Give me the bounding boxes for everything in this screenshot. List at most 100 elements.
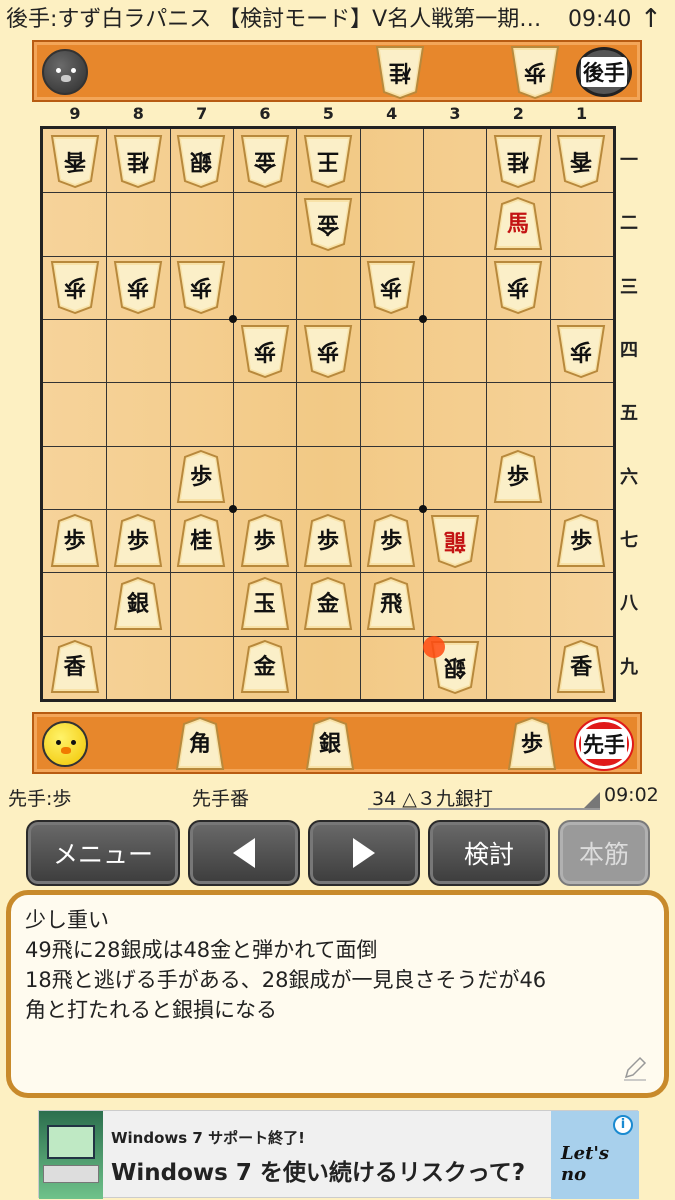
gote-hand-piece[interactable]: 桂 [374,44,426,100]
piece-label: 金 [253,147,276,174]
piece-label: 歩 [126,274,149,301]
rank-label: 八 [620,593,638,615]
piece-label: 王 [316,147,339,174]
ad-laptop-image [39,1111,103,1199]
gote-hand-piece[interactable]: 歩 [509,44,561,100]
piece-label: 龍 [443,527,466,554]
triangle-right-icon [353,838,375,868]
piece-label: 香 [63,147,86,174]
board-piece[interactable]: 桂 [175,513,227,569]
analyze-button[interactable]: 検討 [428,820,550,886]
board-piece[interactable]: 歩 [302,323,354,379]
grid-line [43,508,613,510]
piece-label: 歩 [253,337,276,364]
ad-large-text: Windows 7 を使い続けるリスクって? [111,1160,526,1186]
main-line-button[interactable]: 本筋 [558,820,650,886]
gote-avatar[interactable] [42,49,88,95]
sente-hand-piece[interactable]: 角 [174,716,226,772]
board-piece[interactable]: 歩 [239,323,291,379]
dropdown-corner-icon [584,792,600,808]
menu-button[interactable]: メニュー [26,820,180,886]
grid-line [43,318,613,320]
board-piece[interactable]: 金 [239,639,291,695]
hoshi-dot [418,314,427,323]
pencil-icon[interactable] [620,1053,650,1083]
file-label: 4 [386,104,398,123]
board-piece[interactable]: 銀 [112,576,164,632]
up-arrow-icon[interactable]: ↑ [640,4,662,34]
board-piece[interactable]: 歩 [49,513,101,569]
piece-label: 馬 [506,210,529,237]
board-piece[interactable]: 歩 [365,513,417,569]
triangle-left-icon [233,838,255,868]
sente-hand-piece[interactable]: 銀 [304,716,356,772]
piece-label: 金 [316,590,339,617]
board-piece[interactable]: 香 [49,639,101,695]
board-piece[interactable]: 歩 [49,259,101,315]
board-piece[interactable]: 歩 [492,449,544,505]
board-piece[interactable]: 歩 [555,323,607,379]
board-piece[interactable]: 歩 [365,259,417,315]
board-piece[interactable]: 歩 [555,513,607,569]
board-piece[interactable]: 王 [302,133,354,189]
board-piece[interactable]: 龍 [429,513,481,569]
board-piece[interactable]: 歩 [112,259,164,315]
piece-label: 金 [253,654,276,681]
board-piece[interactable]: 桂 [492,133,544,189]
board-piece[interactable]: 金 [239,133,291,189]
board-piece[interactable]: 歩 [175,259,227,315]
piece-label: 歩 [523,59,546,85]
piece-label: 歩 [316,337,339,364]
grid-line [43,445,613,447]
grid-line [43,192,613,194]
piece-label: 歩 [253,527,276,554]
grid-line [106,129,108,699]
board-piece[interactable]: 飛 [365,576,417,632]
board-piece[interactable]: 歩 [175,449,227,505]
grid-line [296,129,298,699]
status-bar: 後手:すず白ラパニス 【検討モード】V名人戦第一期… 09:40 ↑ [0,0,675,40]
comment-line: 角と打たれると銀損になる [25,998,277,1022]
piece-label: 玉 [253,590,276,617]
file-label: 7 [196,104,208,123]
shogi-board[interactable]: 香桂銀金王桂香金馬歩歩歩歩歩歩歩歩歩歩歩歩桂歩歩歩龍歩銀玉金飛香金銀香 [40,126,616,702]
comment-box[interactable]: 少し重い 49飛に28銀成は48金と弾かれて面倒 18飛と逃げる手がある、28銀… [6,890,669,1098]
sente-hand-piece[interactable]: 歩 [506,716,558,772]
board-piece[interactable]: 玉 [239,576,291,632]
grid-line [422,129,424,699]
grid-line [43,255,613,257]
grid-line [359,129,361,699]
file-label: 2 [512,104,524,123]
info-icon[interactable]: i [613,1115,633,1135]
piece-label: 歩 [126,527,149,554]
board-piece[interactable]: 香 [49,133,101,189]
ad-small-text: Windows 7 サポート終了! [111,1129,305,1147]
board-piece[interactable]: 金 [302,576,354,632]
piece-label: 銀 [443,654,466,681]
board-piece[interactable]: 馬 [492,196,544,252]
board-piece[interactable]: 歩 [112,513,164,569]
piece-label: 歩 [316,527,339,554]
rank-label: 六 [620,466,638,488]
rank-label: 三 [620,276,638,298]
grid-line [43,635,613,637]
board-piece[interactable]: 歩 [239,513,291,569]
move-selector[interactable]: 34 △３九銀打 [368,782,600,810]
piece-label: 桂 [126,147,149,174]
board-piece[interactable]: 香 [555,133,607,189]
board-piece[interactable]: 金 [302,196,354,252]
board-piece[interactable]: 香 [555,639,607,695]
board-piece[interactable]: 銀 [175,133,227,189]
board-piece[interactable]: 歩 [492,259,544,315]
piece-label: 歩 [63,527,86,554]
ad-banner[interactable]: Windows 7 サポート終了! Windows 7 を使い続けるリスクって?… [38,1110,639,1199]
piece-label: 桂 [388,59,411,85]
piece-label: 香 [570,654,593,681]
board-piece[interactable]: 桂 [112,133,164,189]
next-move-button[interactable] [308,820,420,886]
comment-line: 49飛に28銀成は48金と弾かれて面倒 [25,938,378,962]
hoshi-dot [228,314,237,323]
prev-move-button[interactable] [188,820,300,886]
sente-avatar[interactable] [42,721,88,767]
board-piece[interactable]: 歩 [302,513,354,569]
